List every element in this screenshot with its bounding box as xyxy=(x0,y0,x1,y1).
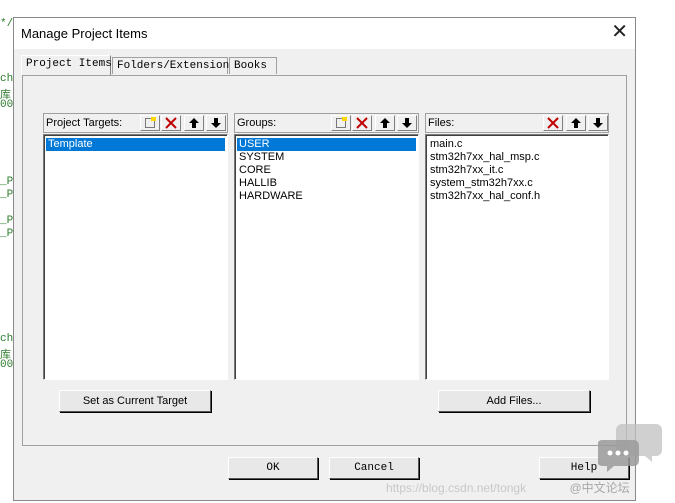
watermark-cn: @中文论坛 xyxy=(569,481,630,495)
tab-page-project-items: Project Targets: Template Groups: USER S… xyxy=(22,75,627,446)
files-list[interactable]: main.c stm32h7xx_hal_msp.c stm32h7xx_it.… xyxy=(425,134,609,380)
manage-project-items-dialog: Manage Project Items ✕ Project Items Fol… xyxy=(13,17,636,501)
list-item[interactable]: CORE xyxy=(237,164,273,177)
groups-list[interactable]: USER SYSTEM CORE HALLIB HARDWARE xyxy=(234,134,419,380)
code-fragment: ch xyxy=(0,73,14,85)
move-group-down-button[interactable] xyxy=(397,115,417,131)
delete-target-button[interactable] xyxy=(161,115,181,131)
code-fragment: _P xyxy=(0,189,14,201)
new-group-button[interactable] xyxy=(331,115,351,131)
tab-project-items[interactable]: Project Items xyxy=(21,55,112,76)
delete-file-button[interactable] xyxy=(543,115,563,131)
files-header: Files: xyxy=(425,113,609,133)
new-item-icon xyxy=(336,117,347,128)
targets-header-label: Project Targets: xyxy=(46,117,123,129)
files-header-label: Files: xyxy=(428,117,455,129)
code-fragment: _P xyxy=(0,215,14,227)
code-fragment: 00 xyxy=(0,359,14,371)
groups-header: Groups: xyxy=(234,113,419,133)
code-fragment: _P xyxy=(0,228,14,240)
list-item[interactable]: stm32h7xx_hal_msp.c xyxy=(428,151,541,164)
code-fragment: */ xyxy=(0,18,14,30)
groups-header-label: Groups: xyxy=(237,117,277,129)
dialog-title: Manage Project Items xyxy=(21,26,148,41)
delete-group-button[interactable] xyxy=(352,115,372,131)
move-file-down-button[interactable] xyxy=(588,115,608,131)
list-item[interactable]: stm32h7xx_hal_conf.h xyxy=(428,190,542,203)
new-item-icon xyxy=(145,117,156,128)
background-editor: */ ch 库 00 _P _P _P _P ch 库 00 xyxy=(0,0,14,503)
code-fragment: ch xyxy=(0,333,14,345)
tab-books[interactable]: Books xyxy=(229,57,277,74)
delete-x-icon xyxy=(356,117,368,129)
list-item[interactable]: HARDWARE xyxy=(237,190,305,203)
targets-header: Project Targets: xyxy=(43,113,228,133)
targets-list[interactable]: Template xyxy=(43,134,228,380)
add-files-button[interactable]: Add Files... xyxy=(438,390,590,412)
list-item[interactable]: USER xyxy=(237,138,416,151)
move-up-icon xyxy=(571,118,581,128)
title-bar[interactable]: Manage Project Items ✕ xyxy=(14,18,635,49)
list-item[interactable]: stm32h7xx_it.c xyxy=(428,164,505,177)
move-file-up-button[interactable] xyxy=(566,115,586,131)
move-down-icon xyxy=(402,118,412,128)
watermark-text: https://blog.csdn.net/tongk @中文论坛 xyxy=(386,479,630,496)
set-as-current-target-button[interactable]: Set as Current Target xyxy=(59,390,211,412)
move-target-down-button[interactable] xyxy=(206,115,226,131)
watermark-logo-icon xyxy=(598,424,662,472)
move-up-icon xyxy=(380,118,390,128)
list-item[interactable]: main.c xyxy=(428,138,464,151)
list-item[interactable]: Template xyxy=(46,138,225,151)
list-item[interactable]: system_stm32h7xx.c xyxy=(428,177,535,190)
move-group-up-button[interactable] xyxy=(375,115,395,131)
move-down-icon xyxy=(593,118,603,128)
list-item[interactable]: HALLIB xyxy=(237,177,279,190)
cancel-button[interactable]: Cancel xyxy=(329,457,419,479)
move-target-up-button[interactable] xyxy=(184,115,204,131)
delete-x-icon xyxy=(165,117,177,129)
new-target-button[interactable] xyxy=(140,115,160,131)
list-item[interactable]: SYSTEM xyxy=(237,151,286,164)
move-down-icon xyxy=(211,118,221,128)
ok-button[interactable]: OK xyxy=(228,457,318,479)
move-up-icon xyxy=(189,118,199,128)
delete-x-icon xyxy=(547,117,559,129)
watermark-url: https://blog.csdn.net/tongk xyxy=(386,481,527,495)
tab-folders-extensions[interactable]: Folders/Extensions xyxy=(112,57,236,74)
close-icon[interactable]: ✕ xyxy=(611,21,628,43)
code-fragment: 00 xyxy=(0,99,14,111)
code-fragment: _P xyxy=(0,176,14,188)
